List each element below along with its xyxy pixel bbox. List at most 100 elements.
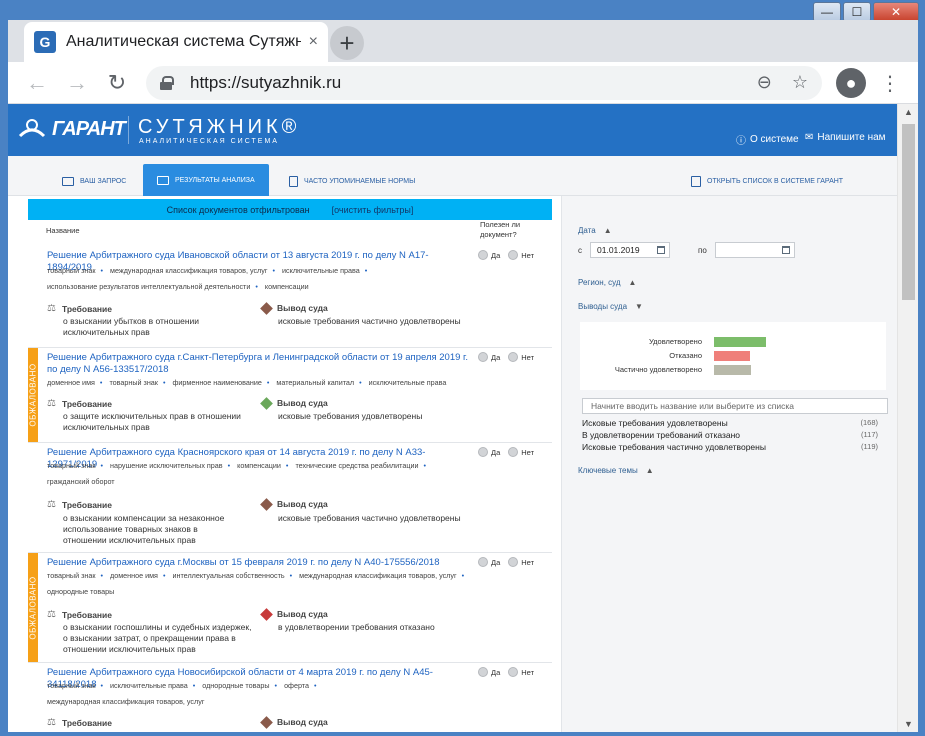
verdict-search-input[interactable]: Начните вводить название или выберите из…	[582, 398, 888, 414]
chevron-up-icon: ▲	[603, 226, 612, 235]
lock-icon[interactable]	[160, 76, 174, 90]
about-link[interactable]: ⓘ О системе	[736, 132, 799, 147]
scroll-up-icon[interactable]: ▲	[898, 104, 919, 120]
useful-no-radio[interactable]: Нет	[508, 352, 534, 362]
calendar-icon[interactable]	[657, 246, 665, 254]
chart-row: Отказано	[580, 349, 886, 363]
useful-yes-radio[interactable]: Да	[478, 667, 500, 677]
filter-status-bar: Список документов отфильтрован [очистить…	[28, 199, 552, 220]
gavel-icon	[260, 301, 273, 315]
calendar-icon[interactable]	[781, 246, 790, 254]
forward-icon[interactable]: →	[62, 68, 92, 98]
useful-no-radio[interactable]: Нет	[508, 447, 534, 457]
tag[interactable]: интеллектуальная собственность	[172, 571, 284, 580]
zoom-icon[interactable]: ⊖	[757, 72, 772, 93]
verdict-list-item[interactable]: Исковые требования частично удовлетворен…	[582, 442, 882, 454]
page-scrollbar[interactable]: ▲ ▼	[897, 104, 918, 732]
verdict-item-label: Исковые требования частично удовлетворен…	[582, 442, 766, 452]
useful-radio-group: Да Нет	[478, 447, 534, 457]
tag[interactable]: международная классификация товаров, усл…	[47, 697, 204, 706]
useful-no-radio[interactable]: Нет	[508, 250, 534, 260]
tab-close-icon[interactable]: ×	[309, 33, 318, 51]
bar[interactable]	[714, 351, 750, 361]
verdict-list-item[interactable]: В удовлетворении требований отказано (11…	[582, 430, 882, 442]
verdict-item-count: (117)	[861, 430, 878, 439]
verdict-label-text: Вывод суда	[277, 499, 328, 509]
tag[interactable]: товарный знак	[47, 461, 96, 470]
useful-yes-radio[interactable]: Да	[478, 250, 500, 260]
verdict-label: Вывод суда	[260, 715, 328, 729]
star-icon[interactable]: ☆	[792, 72, 808, 93]
open-in-garant-link[interactable]: ОТКРЫТЬ СПИСОК В СИСТЕМЕ ГАРАНТ	[691, 166, 843, 196]
tag[interactable]: материальный капитал	[276, 378, 354, 387]
verdict-item-count: (119)	[861, 442, 878, 451]
keywords-filter-toggle[interactable]: Ключевые темы ▲	[578, 466, 654, 475]
url-text: https://sutyazhnik.ru	[190, 73, 342, 92]
close-window-button[interactable]: ✕	[873, 2, 919, 22]
tag[interactable]: исключительные права	[369, 378, 447, 387]
minimize-button[interactable]: —	[813, 2, 841, 22]
document-tags: товарный знак • доменное имя • интеллектуа…	[47, 571, 465, 596]
date-to-input[interactable]	[714, 242, 795, 258]
tag[interactable]: доменное имя	[110, 571, 158, 580]
useful-yes-radio[interactable]: Да	[478, 557, 500, 567]
logo-divider	[128, 116, 129, 144]
write-us-link[interactable]: ✉ Напишите нам	[805, 132, 886, 143]
tag[interactable]: исключительные права	[110, 681, 188, 690]
maximize-button[interactable]: ☐	[843, 2, 871, 22]
scroll-down-icon[interactable]: ▼	[898, 716, 919, 732]
tag[interactable]: исключительные права	[282, 266, 360, 275]
column-headers: Название Полезен ли документ?	[8, 220, 561, 244]
useful-yes-radio[interactable]: Да	[478, 447, 500, 457]
browser-toolbar: ← → ↻ https://sutyazhnik.ru ⊖ ☆ ● ⋮	[8, 62, 918, 104]
tag[interactable]: компенсации	[265, 282, 309, 291]
bar[interactable]	[714, 365, 751, 375]
tag[interactable]: использование результатов интеллектуальн…	[47, 282, 250, 291]
document-title-link[interactable]: Решение Арбитражного суда г.Санкт-Петерб…	[47, 352, 471, 376]
region-filter-toggle[interactable]: Регион, суд ▲	[578, 278, 636, 287]
tag[interactable]: товарный знак	[47, 571, 96, 580]
tag[interactable]: однородные товары	[47, 587, 114, 596]
tag[interactable]: международная классификация товаров, усл…	[110, 266, 267, 275]
bar[interactable]	[714, 337, 766, 347]
tag[interactable]: компенсации	[237, 461, 281, 470]
verdict-text: в удовлетворении требования отказано	[278, 622, 435, 632]
address-bar[interactable]: https://sutyazhnik.ru ⊖ ☆	[146, 66, 822, 100]
tag[interactable]: товарный знак	[47, 266, 96, 275]
tag[interactable]: технические средства реабилитации	[295, 461, 418, 470]
tag[interactable]: фирменное наименование	[172, 378, 261, 387]
about-label: О системе	[750, 134, 799, 145]
reload-icon[interactable]: ↻	[102, 68, 132, 98]
tag[interactable]: однородные товары	[202, 681, 269, 690]
verdict-label: Вывод суда	[260, 497, 328, 511]
useful-no-radio[interactable]: Нет	[508, 667, 534, 677]
date-filter-toggle[interactable]: Дата ▲	[578, 226, 612, 235]
useful-no-radio[interactable]: Нет	[508, 557, 534, 567]
back-icon[interactable]: ←	[22, 68, 52, 98]
clear-filters-link[interactable]: [очистить фильтры]	[332, 205, 414, 215]
no-label: Нет	[521, 667, 535, 677]
tag[interactable]: международная классификация товаров, усл…	[299, 571, 456, 580]
tag[interactable]: товарный знак	[109, 378, 158, 387]
scrollbar-thumb[interactable]	[902, 124, 915, 300]
tag[interactable]: оферта	[284, 681, 309, 690]
date-from-input[interactable]: 01.01.2019	[590, 242, 670, 258]
tab-results[interactable]: РЕЗУЛЬТАТЫ АНАЛИЗА	[143, 164, 269, 196]
useful-yes-radio[interactable]: Да	[478, 352, 500, 362]
edit-icon	[62, 176, 74, 186]
tab-norms[interactable]: ЧАСТО УПОМИНАЕМЫЕ НОРМЫ	[289, 166, 415, 196]
tab-query[interactable]: ВАШ ЗАПРОС	[62, 166, 126, 196]
tag[interactable]: гражданский оборот	[47, 477, 115, 486]
profile-icon[interactable]: ●	[836, 68, 866, 98]
menu-icon[interactable]: ⋮	[880, 68, 900, 98]
tag[interactable]: нарушение исключительных прав	[110, 461, 223, 470]
browser-tab[interactable]: G Аналитическая система Сутяжник ×	[24, 22, 328, 62]
verdicts-filter-toggle[interactable]: Выводы суда ▼	[578, 302, 643, 311]
verdict-list-item[interactable]: Исковые требования удовлетворены (168)	[582, 418, 882, 430]
document-item: ОБЖАЛОВАНО Решение Арбитражного суда г.М…	[28, 553, 552, 663]
tag[interactable]: доменное имя	[47, 378, 95, 387]
radio-icon	[508, 352, 519, 362]
tag[interactable]: товарный знак	[47, 681, 96, 690]
logo-garant: ГАРАНТ	[52, 118, 126, 140]
new-tab-button[interactable]: +	[330, 26, 364, 60]
